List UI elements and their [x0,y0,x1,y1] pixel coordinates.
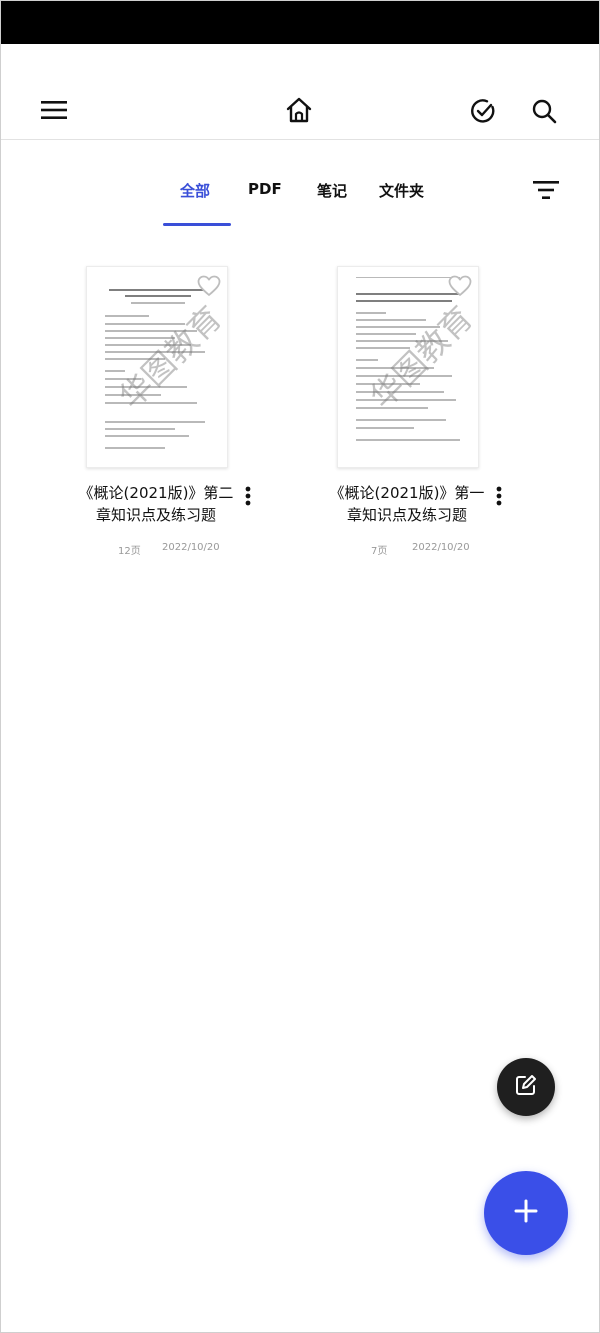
more-vertical-icon[interactable] [238,484,258,508]
page-count: 7页 [371,546,388,557]
tab-pdf[interactable]: PDF [248,180,282,198]
active-tab-indicator [163,223,231,226]
heart-outline-icon[interactable] [197,275,221,297]
home-icon[interactable] [279,90,319,130]
document-title[interactable]: 《概论(2021版)》第一章知识点及练习题 [329,482,485,526]
status-bar [0,0,600,44]
new-note-button[interactable] [497,1058,555,1116]
file-type-tabs: 全部 PDF 笔记 文件夹 [0,160,600,230]
document-date: 2022/10/20 [162,542,220,553]
watermark-text: 华图教育 [111,298,228,417]
check-circle-icon[interactable] [463,91,503,131]
tab-folders[interactable]: 文件夹 [379,180,424,201]
plus-icon [513,1198,539,1228]
hamburger-menu-icon[interactable] [34,90,74,130]
top-toolbar [0,44,600,140]
document-title[interactable]: 《概论(2021版)》第二章知识点及练习题 [78,482,234,526]
heart-outline-icon[interactable] [448,275,472,297]
tab-all[interactable]: 全部 [180,180,210,201]
search-icon[interactable] [524,91,564,131]
document-date: 2022/10/20 [412,542,470,553]
document-thumbnail[interactable]: 华图教育 [337,266,479,468]
edit-note-icon [513,1072,539,1102]
more-vertical-icon[interactable] [489,484,509,508]
page-count: 12页 [118,546,141,557]
tab-notes[interactable]: 笔记 [317,180,347,201]
add-button[interactable] [484,1171,568,1255]
document-thumbnail[interactable]: 华图教育 [86,266,228,468]
filter-sort-icon[interactable] [526,172,566,208]
